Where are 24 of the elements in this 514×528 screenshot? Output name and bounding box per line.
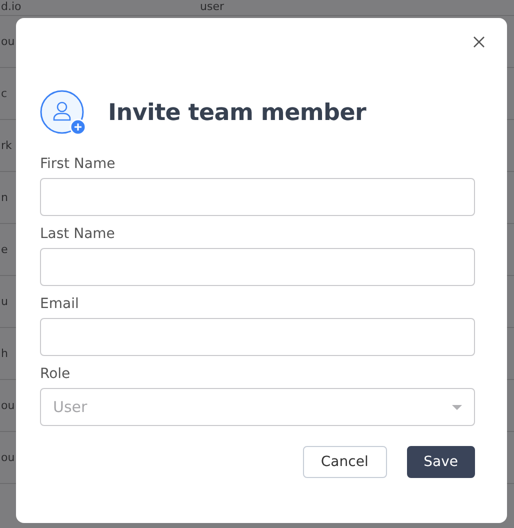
table-cell: rk — [0, 139, 12, 152]
save-button[interactable]: Save — [406, 446, 475, 478]
add-user-icon — [40, 90, 86, 136]
text-field[interactable] — [40, 178, 475, 216]
table-cell: e — [0, 243, 8, 256]
table-cell: h — [0, 347, 8, 360]
field-label: Last Name — [40, 226, 116, 242]
field-label: First Name — [40, 156, 116, 172]
text-field[interactable] — [40, 318, 475, 356]
table-cell: c — [0, 87, 8, 100]
caret-icon — [452, 404, 462, 410]
table-cell: user — [200, 0, 224, 13]
table-cell: u — [0, 295, 8, 308]
table-cell: d.io — [0, 0, 22, 13]
table-cell: n — [0, 191, 8, 204]
text-field[interactable] — [40, 248, 475, 286]
close-icon — [473, 36, 485, 48]
field-label: Email — [40, 296, 80, 312]
dialog-title: Invite team member — [108, 100, 366, 126]
table-cell: ou — [0, 399, 15, 412]
table-cell: ou — [0, 451, 15, 464]
cancel-button[interactable]: Cancel — [302, 446, 387, 478]
table-cell: ou — [0, 35, 15, 48]
field-label: Role — [40, 366, 72, 382]
